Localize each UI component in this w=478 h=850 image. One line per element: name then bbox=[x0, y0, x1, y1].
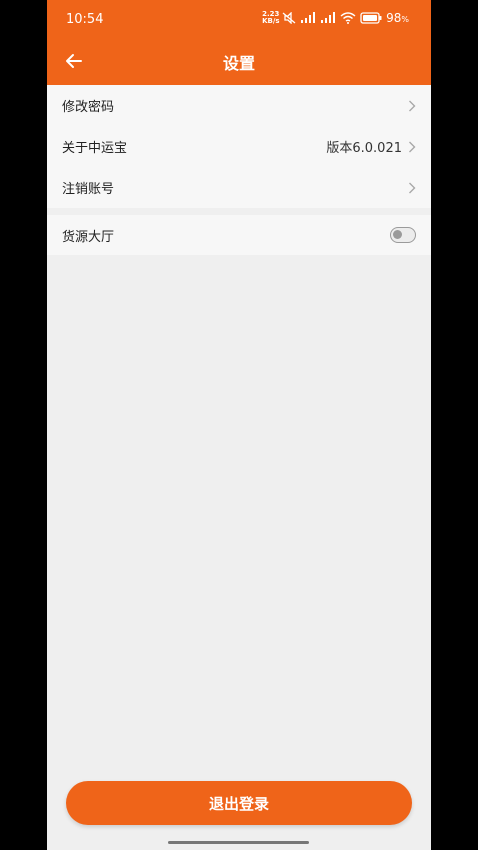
battery-percent-value: 98 bbox=[386, 11, 402, 25]
chevron-right-icon bbox=[409, 182, 416, 193]
cargo-hall-label: 货源大厅 bbox=[62, 229, 115, 245]
about-item[interactable]: 关于中运宝 版本6.0.021 bbox=[47, 126, 431, 167]
cancel-account-item[interactable]: 注销账号 bbox=[47, 167, 431, 208]
status-icons: 2.23 KB/s 98% bbox=[262, 11, 409, 26]
battery-percent-unit: % bbox=[401, 15, 409, 24]
change-password-item[interactable]: 修改密码 bbox=[47, 85, 431, 126]
wifi-icon bbox=[340, 12, 356, 24]
page-title: 设置 bbox=[222, 54, 255, 73]
network-speed: 2.23 KB/s bbox=[262, 11, 280, 25]
network-speed-unit: KB/s bbox=[262, 17, 280, 25]
cargo-hall-item: 货源大厅 bbox=[47, 215, 431, 255]
signal-icon-sim1 bbox=[301, 12, 316, 23]
status-bar: 10:54 2.23 KB/s 98% bbox=[47, 0, 431, 38]
version-value: 版本6.0.021 bbox=[326, 141, 402, 156]
settings-group-features: 货源大厅 bbox=[47, 215, 431, 255]
logout-button[interactable]: 退出登录 bbox=[66, 781, 412, 825]
cancel-account-label: 注销账号 bbox=[62, 182, 115, 197]
toggle-knob bbox=[393, 230, 402, 239]
settings-group-account: 修改密码 关于中运宝 版本6.0.021 注销账号 bbox=[47, 85, 431, 208]
change-password-label: 修改密码 bbox=[62, 100, 115, 115]
status-time: 10:54 bbox=[66, 12, 104, 27]
battery-icon bbox=[360, 12, 382, 24]
app-header: 10:54 2.23 KB/s 98% 设置 bbox=[47, 0, 431, 85]
chevron-right-icon bbox=[409, 141, 416, 152]
cargo-hall-toggle[interactable] bbox=[390, 227, 416, 243]
title-bar: 设置 bbox=[47, 38, 431, 85]
app-screen: 10:54 2.23 KB/s 98% 设置 修改密码 关于中运宝 版本6.0.… bbox=[47, 0, 431, 850]
home-indicator[interactable] bbox=[168, 841, 309, 844]
chevron-right-icon bbox=[409, 100, 416, 111]
mute-icon bbox=[282, 12, 296, 24]
battery-percent: 98% bbox=[386, 11, 409, 25]
signal-icon-sim2 bbox=[321, 12, 336, 23]
about-label: 关于中运宝 bbox=[62, 141, 128, 156]
